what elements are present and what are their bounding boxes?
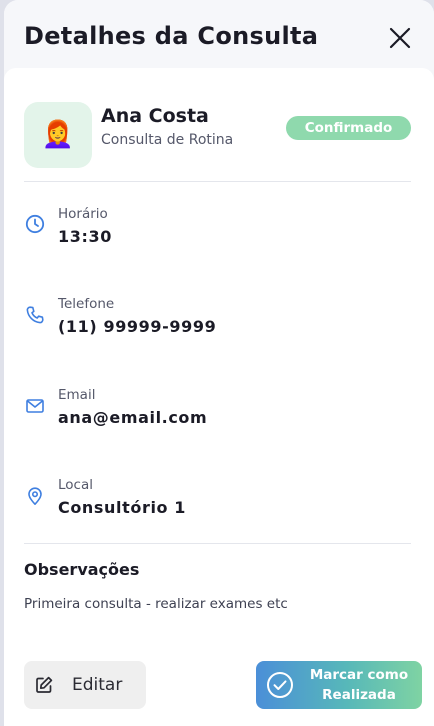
location-label: Local [58, 477, 93, 493]
close-button[interactable] [384, 22, 416, 54]
mark-as-done-label-line1: Marcar como [309, 667, 409, 683]
time-value: 13:30 [58, 227, 112, 246]
edit-button-label: Editar [72, 675, 123, 695]
details-card: 👩‍🦰 Ana Costa Consulta de Rotina Confirm… [4, 68, 434, 726]
consult-type: Consulta de Rotina [101, 132, 234, 148]
avatar: 👩‍🦰 [24, 102, 92, 168]
edit-icon [34, 675, 54, 695]
patient-name: Ana Costa [101, 105, 209, 127]
status-badge: Confirmado [286, 116, 411, 140]
phone-icon [24, 304, 46, 326]
mark-as-done-label-line2: Realizada [322, 687, 396, 703]
check-circle-icon [266, 671, 294, 699]
phone-value[interactable]: (11) 99999-9999 [58, 317, 216, 336]
location-pin-icon [24, 485, 46, 507]
location-value: Consultório 1 [58, 498, 187, 517]
divider [24, 543, 411, 544]
email-label: Email [58, 387, 96, 403]
avatar-emoji: 👩‍🦰 [41, 120, 75, 150]
modal-header: Detalhes da Consulta [4, 0, 434, 70]
email-value[interactable]: ana@email.com [58, 408, 207, 427]
mark-as-done-label: Marcar como Realizada [302, 665, 416, 705]
mark-as-done-button[interactable]: Marcar como Realizada [256, 661, 422, 709]
appointment-details-modal: Detalhes da Consulta 👩‍🦰 Ana Costa Consu… [4, 0, 434, 726]
notes-text: Primeira consulta - realizar exames etc [24, 596, 288, 612]
modal-title: Detalhes da Consulta [24, 22, 319, 50]
mail-icon [24, 395, 46, 417]
notes-title: Observações [24, 560, 140, 579]
close-icon [389, 27, 411, 49]
phone-label: Telefone [58, 296, 115, 312]
clock-icon [24, 213, 46, 235]
edit-button[interactable]: Editar [24, 661, 146, 709]
divider [24, 181, 411, 182]
time-label: Horário [58, 206, 108, 222]
